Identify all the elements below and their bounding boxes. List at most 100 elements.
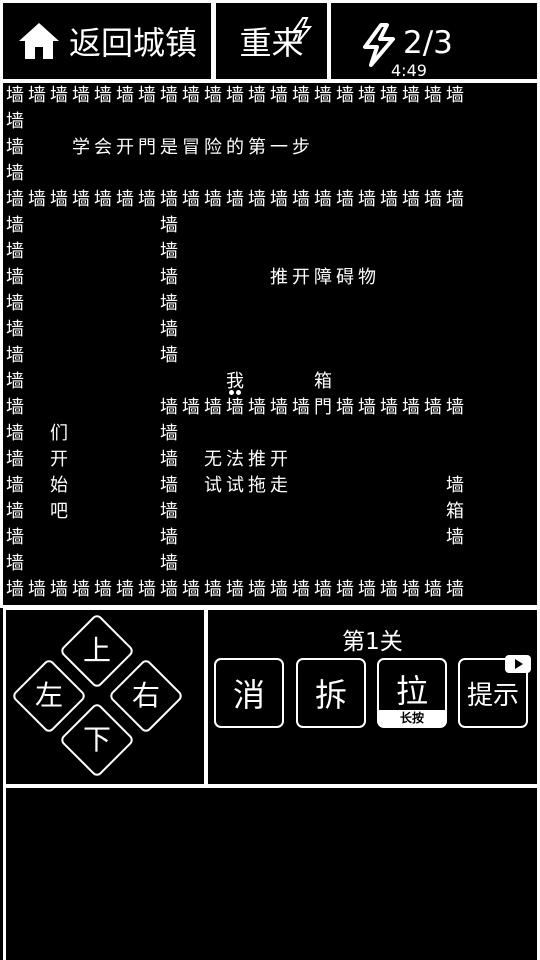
- map-text-tile: 无: [204, 449, 222, 470]
- wall-tile: 墙: [402, 397, 420, 418]
- wall-tile: 墙: [160, 397, 178, 418]
- map-text-tile: 走: [270, 475, 288, 496]
- wall-tile: 墙: [424, 579, 442, 600]
- wall-tile: 墙: [6, 371, 24, 392]
- wall-tile: 墙: [160, 579, 178, 600]
- map-text-tile: 是: [160, 137, 178, 158]
- map-text-tile: 开: [50, 449, 68, 470]
- map-text-tile: 一: [270, 137, 288, 158]
- wall-tile: 墙: [160, 501, 178, 522]
- wall-tile: 墙: [270, 189, 288, 210]
- wall-tile: 墙: [160, 85, 178, 106]
- wall-tile: 墙: [248, 579, 266, 600]
- pull-button[interactable]: 拉 长按: [377, 658, 447, 728]
- energy-display: 2/3 4:49: [328, 0, 540, 82]
- wall-tile: 墙: [72, 579, 90, 600]
- dpad-panel: 上 左 右 下: [3, 607, 207, 787]
- wall-tile: 墙: [116, 85, 134, 106]
- wall-tile: 墙: [336, 579, 354, 600]
- energy-count: 2/3: [403, 25, 453, 61]
- wall-tile: 墙: [160, 553, 178, 574]
- wall-tile: 墙: [6, 345, 24, 366]
- wall-tile: 墙: [6, 527, 24, 548]
- restart-button[interactable]: 重来: [213, 0, 330, 82]
- home-icon: [19, 23, 59, 59]
- wall-tile: 墙: [270, 579, 288, 600]
- long-press-label: 长按: [379, 710, 445, 726]
- wall-tile: 墙: [116, 189, 134, 210]
- wall-tile: 墙: [226, 85, 244, 106]
- wall-tile: 墙: [402, 579, 420, 600]
- map-text-tile: 开: [116, 137, 134, 158]
- wall-tile: 墙: [6, 423, 24, 444]
- map-text-tile: 吧: [50, 501, 68, 522]
- video-ad-icon: [505, 655, 531, 673]
- wall-tile: 墙: [182, 397, 200, 418]
- wall-tile: 墙: [6, 111, 24, 132]
- wall-tile: 墙: [358, 579, 376, 600]
- wall-tile: 墙: [6, 397, 24, 418]
- wall-tile: 墙: [204, 85, 222, 106]
- level-label: 第1关: [342, 629, 403, 655]
- map-text-tile: 开: [270, 449, 288, 470]
- wall-tile: 墙: [314, 189, 332, 210]
- wall-tile: 墙: [446, 189, 464, 210]
- hint-button[interactable]: 提示: [458, 655, 531, 728]
- wall-tile: 墙: [160, 241, 178, 262]
- left-button[interactable]: 左: [19, 676, 79, 716]
- wall-tile: 墙: [314, 85, 332, 106]
- wall-tile: 墙: [28, 189, 46, 210]
- wall-tile: 墙: [380, 579, 398, 600]
- map-text-tile: 们: [50, 423, 68, 444]
- map-text-tile: 推: [248, 449, 266, 470]
- wall-tile: 墙: [204, 397, 222, 418]
- return-town-button[interactable]: 返回城镇: [0, 0, 214, 82]
- wall-tile: 墙: [6, 553, 24, 574]
- wall-tile: 墙: [94, 189, 112, 210]
- map-text-tile: 法: [226, 449, 244, 470]
- wall-tile: 墙: [336, 85, 354, 106]
- wall-tile: 墙: [6, 241, 24, 262]
- wall-tile: 墙: [28, 85, 46, 106]
- wall-tile: 墙: [424, 85, 442, 106]
- wall-tile: 墙: [6, 85, 24, 106]
- wall-tile: 墙: [402, 189, 420, 210]
- up-button[interactable]: 上: [67, 631, 127, 671]
- map-text-tile: 第: [248, 137, 266, 158]
- map-text-tile: 会: [94, 137, 112, 158]
- wall-tile: 墙: [50, 189, 68, 210]
- wall-tile: 墙: [138, 189, 156, 210]
- tool-panel: 第1关 消 拆 拉 长按 提示: [205, 607, 540, 787]
- wall-tile: 墙: [160, 319, 178, 340]
- wall-tile: 墙: [380, 85, 398, 106]
- wall-tile: 墙: [424, 397, 442, 418]
- map-text-tile: 步: [292, 137, 310, 158]
- down-button[interactable]: 下: [67, 720, 127, 760]
- eliminate-button[interactable]: 消: [214, 658, 284, 728]
- map-text-tile: 试: [226, 475, 244, 496]
- demolish-button[interactable]: 拆: [296, 658, 366, 728]
- energy-timer: 4:49: [391, 61, 427, 80]
- wall-tile: 墙: [446, 475, 464, 496]
- wall-tile: 墙: [160, 189, 178, 210]
- bottom-panel: [3, 785, 540, 960]
- demolish-label: 拆: [314, 676, 347, 714]
- wall-tile: 墙: [446, 85, 464, 106]
- wall-tile: 墙: [6, 189, 24, 210]
- map-text-tile: 物: [358, 267, 376, 288]
- map-text-tile: 障: [314, 267, 332, 288]
- wall-tile: 墙: [358, 85, 376, 106]
- right-button[interactable]: 右: [116, 676, 176, 716]
- door-tile: 門: [314, 397, 332, 418]
- wall-tile: 墙: [160, 449, 178, 470]
- wall-tile: 墙: [248, 85, 266, 106]
- return-town-label: 返回城镇: [69, 24, 198, 62]
- map-text-tile: 碍: [336, 267, 354, 288]
- wall-tile: 墙: [6, 293, 24, 314]
- wall-tile: 墙: [160, 423, 178, 444]
- wall-tile: 墙: [270, 397, 288, 418]
- map-text-tile: 学: [72, 137, 90, 158]
- top-bar: 返回城镇 重来 2/3 4:49: [0, 0, 540, 82]
- wall-tile: 墙: [424, 189, 442, 210]
- map-text-tile: 冒: [182, 137, 200, 158]
